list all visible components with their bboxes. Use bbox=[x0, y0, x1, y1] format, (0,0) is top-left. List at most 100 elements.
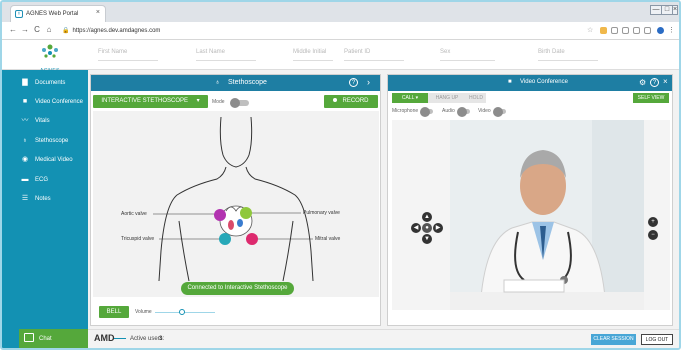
star-icon[interactable]: ☆ bbox=[587, 27, 594, 34]
patient-id-field[interactable]: Patient ID bbox=[344, 49, 404, 61]
url-text: https://agnes.dev.amdagnes.com bbox=[72, 28, 161, 34]
folder-icon: ▇ bbox=[22, 79, 28, 86]
middle-initial-field[interactable]: Middle Initial bbox=[293, 49, 333, 61]
zoom-out-icon[interactable]: − bbox=[648, 230, 658, 240]
extension-icon[interactable] bbox=[611, 27, 618, 34]
chat-button[interactable]: Chat bbox=[19, 329, 88, 348]
mode-select-label: INTERACTIVE STETHOSCOPE bbox=[101, 98, 188, 104]
call-label: CALL bbox=[401, 95, 415, 101]
help-icon[interactable]: ? bbox=[349, 78, 358, 87]
reload-icon[interactable]: C bbox=[32, 25, 42, 34]
chat-label: Chat bbox=[39, 336, 52, 342]
sex-field[interactable]: Sex bbox=[440, 49, 495, 61]
home-icon[interactable]: ⌂ bbox=[44, 25, 54, 34]
pulmonary-valve-marker[interactable] bbox=[240, 207, 252, 219]
tricuspid-valve-label: Tricuspid valve bbox=[121, 236, 155, 242]
ecg-line-icon bbox=[114, 338, 126, 339]
pan-down-icon[interactable]: ▼ bbox=[422, 234, 432, 244]
video-label: Video bbox=[478, 108, 491, 114]
record-button[interactable]: RECORD bbox=[324, 95, 378, 108]
forward-icon[interactable]: → bbox=[20, 25, 30, 34]
sidebar-item-medical-video[interactable]: ◉ Medical Video bbox=[2, 151, 88, 169]
mitral-valve-label: Mitral valve bbox=[315, 236, 341, 242]
vitals-icon: 〰 bbox=[21, 117, 29, 124]
body-diagram: Aortic valve Pulmonary valve Tricuspid v… bbox=[93, 111, 379, 297]
active-users-count: 3 bbox=[159, 336, 163, 342]
lock-icon: 🔒 bbox=[62, 28, 70, 34]
sidebar-item-ecg[interactable]: ▬ ECG bbox=[2, 171, 88, 189]
volume-slider[interactable] bbox=[155, 309, 215, 315]
tricuspid-valve-marker[interactable] bbox=[219, 233, 231, 245]
browser-tab[interactable]: ⚕ AGNES Web Portal × bbox=[10, 5, 106, 22]
mode-select-button[interactable]: INTERACTIVE STETHOSCOPE ▾ bbox=[93, 95, 208, 108]
video-conference-panel: ■ Video Conference ⚙ ? × CALL ▾ HANG UP … bbox=[387, 74, 673, 326]
logout-button[interactable]: LOG OUT bbox=[641, 334, 673, 345]
call-button[interactable]: CALL ▾ bbox=[392, 93, 428, 103]
pan-center-icon[interactable]: ● bbox=[422, 223, 432, 233]
pan-up-icon[interactable]: ▲ bbox=[422, 212, 432, 222]
back-icon[interactable]: ← bbox=[8, 25, 18, 34]
hang-up-button[interactable]: HANG UP bbox=[428, 93, 466, 103]
mitral-valve-marker[interactable] bbox=[246, 233, 258, 245]
sidebar: ▇ Documents ■ Video Conference 〰 Vitals … bbox=[2, 70, 88, 348]
app-header: AGNES First Name Last Name Middle Initia… bbox=[2, 40, 679, 74]
volume-slider-handle[interactable] bbox=[179, 309, 185, 315]
panel-title: Video Conference bbox=[520, 79, 568, 85]
mode-toggle[interactable] bbox=[230, 98, 249, 108]
stethoscope-panel: ♁ Stethoscope ? › INTERACTIVE STETHOSCOP… bbox=[90, 74, 381, 326]
hold-button[interactable]: HOLD bbox=[466, 93, 486, 103]
mode-label: Mode bbox=[212, 99, 225, 105]
aortic-valve-label: Aortic valve bbox=[121, 211, 147, 217]
extension-icon[interactable] bbox=[644, 27, 651, 34]
doctor-video-image bbox=[450, 120, 644, 310]
pan-right-icon[interactable]: ▶ bbox=[433, 223, 443, 233]
profile-icon[interactable] bbox=[657, 27, 664, 34]
tab-title: AGNES Web Portal bbox=[26, 11, 79, 17]
self-view-button[interactable]: SELF VIEW bbox=[633, 93, 669, 103]
notes-icon: ☰ bbox=[21, 195, 29, 202]
sidebar-item-label: Notes bbox=[35, 196, 51, 202]
sidebar-item-documents[interactable]: ▇ Documents bbox=[2, 74, 88, 92]
tab-close-icon[interactable]: × bbox=[96, 9, 100, 16]
clear-session-button[interactable]: CLEAR SESSION bbox=[591, 334, 636, 345]
sidebar-item-label: Video Conference bbox=[35, 99, 83, 105]
chevron-right-icon[interactable]: › bbox=[367, 77, 370, 87]
chat-icon bbox=[24, 333, 34, 342]
video-feed: ▲ ◀ ● ▶ ▼ + − bbox=[392, 120, 670, 310]
panel-title: Stethoscope bbox=[228, 79, 267, 86]
gear-icon[interactable]: ⚙ bbox=[639, 78, 646, 87]
close-icon[interactable]: × bbox=[663, 77, 668, 86]
pan-left-icon[interactable]: ◀ bbox=[411, 223, 421, 233]
close-window-button[interactable]: × bbox=[672, 5, 678, 15]
aortic-valve-marker[interactable] bbox=[214, 209, 226, 221]
url-field[interactable]: 🔒 https://agnes.dev.amdagnes.com bbox=[62, 27, 160, 34]
sidebar-item-label: ECG bbox=[35, 177, 49, 183]
birth-date-field[interactable]: Birth Date bbox=[538, 49, 598, 61]
microphone-toggle[interactable] bbox=[420, 107, 433, 117]
audio-toggle[interactable] bbox=[457, 107, 470, 117]
last-name-field[interactable]: Last Name bbox=[196, 49, 256, 61]
extension-icon[interactable] bbox=[633, 27, 640, 34]
video-panel-header: ■ Video Conference ⚙ ? × bbox=[388, 75, 672, 91]
stethoscope-panel-header: ♁ Stethoscope ? › bbox=[91, 75, 380, 91]
connection-status: Connected to Interactive Stethoscope bbox=[181, 282, 294, 295]
extension-icon[interactable] bbox=[600, 27, 607, 34]
sidebar-item-stethoscope[interactable]: ♁ Stethoscope bbox=[2, 132, 88, 150]
pulmonary-valve-label: Pulmonary valve bbox=[303, 210, 340, 216]
address-bar: ← → C ⌂ 🔒 https://agnes.dev.amdagnes.com … bbox=[2, 22, 679, 40]
video-toggle[interactable] bbox=[493, 107, 506, 117]
zoom-in-icon[interactable]: + bbox=[648, 217, 658, 227]
sidebar-item-vitals[interactable]: 〰 Vitals bbox=[2, 112, 88, 130]
menu-icon[interactable]: ⋮ bbox=[668, 27, 675, 34]
favicon-icon: ⚕ bbox=[15, 10, 23, 18]
video-icon: ■ bbox=[22, 98, 28, 105]
first-name-field[interactable]: First Name bbox=[98, 49, 158, 61]
amd-logo: AMD bbox=[94, 333, 115, 343]
bell-button[interactable]: BELL bbox=[99, 306, 129, 318]
sidebar-item-label: Stethoscope bbox=[35, 138, 69, 144]
sidebar-item-notes[interactable]: ☰ Notes bbox=[2, 190, 88, 208]
sidebar-item-label: Vitals bbox=[35, 118, 50, 124]
sidebar-item-video-conference[interactable]: ■ Video Conference bbox=[2, 93, 88, 111]
extension-icon[interactable] bbox=[622, 27, 629, 34]
help-icon[interactable]: ? bbox=[650, 78, 659, 87]
